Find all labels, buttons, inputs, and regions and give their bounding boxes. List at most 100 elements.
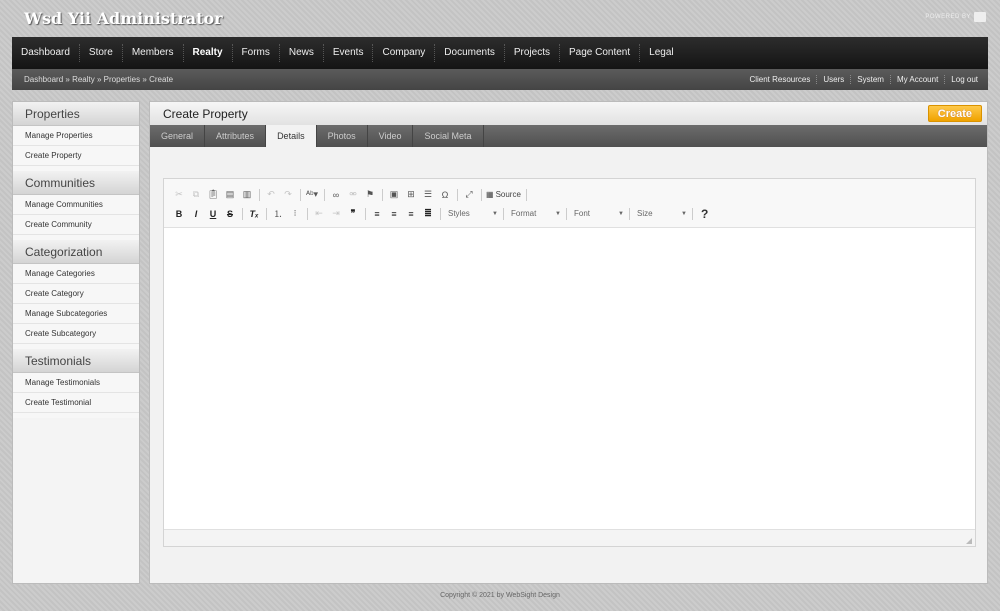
image-icon[interactable]: ▣ — [387, 187, 401, 203]
content-header: Create Property Create — [150, 102, 987, 125]
tab-general[interactable]: General — [150, 125, 206, 147]
toolbar-separator — [481, 188, 482, 201]
font-dropdown[interactable]: Font ▼ — [571, 206, 627, 221]
sidebar-item-create-community[interactable]: Create Community — [13, 215, 139, 235]
tab-video[interactable]: Video — [368, 125, 414, 147]
page-title: Create Property — [163, 106, 248, 121]
sidebar-item-create-property[interactable]: Create Property — [13, 146, 139, 166]
paste-icon[interactable]: 📋︎ — [206, 187, 220, 203]
strikethrough-icon[interactable]: S — [223, 206, 237, 222]
source-label: Source — [495, 190, 521, 199]
nav-item-legal[interactable]: Legal — [640, 44, 682, 62]
size-dropdown[interactable]: Size ▼ — [634, 206, 690, 221]
numbered-list-icon[interactable]: ⒈ — [271, 206, 285, 222]
undo-icon[interactable]: ↶ — [264, 187, 278, 203]
breadcrumb-item-dashboard[interactable]: Dashboard — [24, 75, 63, 84]
toolbar-separator — [365, 207, 366, 220]
breadcrumb-item-realty[interactable]: Realty — [72, 75, 95, 84]
nav-item-page-content[interactable]: Page Content — [560, 44, 641, 62]
tab-social-meta[interactable]: Social Meta — [413, 125, 484, 147]
align-center-icon[interactable]: ≡ — [387, 206, 401, 222]
nav-item-news[interactable]: News — [280, 44, 324, 62]
toolbar-separator — [503, 207, 504, 220]
indent-icon[interactable]: ⇥ — [329, 206, 343, 222]
align-left-icon[interactable]: ≡ — [370, 206, 384, 222]
editor-footer — [164, 529, 975, 546]
source-button[interactable]: ▦ Source — [486, 187, 521, 203]
nav-item-events[interactable]: Events — [324, 44, 374, 62]
rich-text-editor: ✂ ⧉ 📋︎ ▤ ▥ ↶ ↷ ᴬᵇ▾ ∞ ⚮ ⚑ ▣ ⊞ ☰ Ω ⤢ ▦ Sou… — [163, 178, 976, 547]
nav-item-forms[interactable]: Forms — [233, 44, 280, 62]
sidebar-item-manage-testimonials[interactable]: Manage Testimonials — [13, 373, 139, 393]
account-link-log-out[interactable]: Log out — [944, 75, 984, 84]
sidebar-group-communities: Communities — [13, 171, 139, 195]
create-button[interactable]: Create — [927, 105, 982, 122]
chevron-down-icon: ▼ — [492, 210, 498, 217]
powered-by-logo — [974, 12, 986, 22]
remove-format-icon[interactable]: Tₓ — [247, 206, 261, 222]
outdent-icon[interactable]: ⇤ — [312, 206, 326, 222]
bulleted-list-icon[interactable]: ⁝ — [288, 206, 302, 222]
anchor-flag-icon[interactable]: ⚑ — [363, 187, 377, 203]
format-dropdown[interactable]: Format ▼ — [508, 206, 564, 221]
chevron-down-icon: ▼ — [618, 210, 624, 217]
copy-icon[interactable]: ⧉ — [189, 187, 203, 203]
tab-photos[interactable]: Photos — [317, 125, 368, 147]
sidebar-item-manage-communities[interactable]: Manage Communities — [13, 195, 139, 215]
sidebar-item-manage-categories[interactable]: Manage Categories — [13, 264, 139, 284]
special-char-icon[interactable]: Ω — [438, 187, 452, 203]
paste-text-icon[interactable]: ▤ — [223, 187, 237, 203]
table-icon[interactable]: ⊞ — [404, 187, 418, 203]
toolbar-row-2: B I U S Tₓ ⒈ ⁝ ⇤ ⇥ ❞ ≡ ≡ ≡ ≣ Styles ▼ Fo… — [172, 204, 967, 223]
powered-by-label: POWERED BY — [925, 14, 971, 20]
bold-icon[interactable]: B — [172, 206, 186, 222]
sidebar-group-categorization: Categorization — [13, 240, 139, 264]
nav-item-members[interactable]: Members — [123, 44, 184, 62]
toolbar-separator — [692, 207, 693, 220]
align-right-icon[interactable]: ≡ — [404, 206, 418, 222]
toolbar-separator — [457, 188, 458, 201]
horizontal-rule-icon[interactable]: ☰ — [421, 187, 435, 203]
sidebar-group-properties: Properties — [13, 102, 139, 126]
editor-content-area[interactable] — [164, 228, 975, 529]
paste-word-icon[interactable]: ▥ — [240, 187, 254, 203]
styles-dropdown[interactable]: Styles ▼ — [445, 206, 501, 221]
nav-item-documents[interactable]: Documents — [435, 44, 505, 62]
resize-grip-icon[interactable] — [966, 538, 972, 544]
tab-attributes[interactable]: Attributes — [205, 125, 267, 147]
toolbar-separator — [324, 188, 325, 201]
sidebar-item-manage-properties[interactable]: Manage Properties — [13, 126, 139, 146]
spellcheck-icon[interactable]: ᴬᵇ▾ — [305, 187, 319, 203]
blockquote-icon[interactable]: ❞ — [346, 206, 360, 222]
maximize-icon[interactable]: ⤢ — [462, 187, 476, 203]
nav-item-company[interactable]: Company — [373, 44, 436, 62]
toolbar-separator — [307, 207, 308, 220]
link-icon[interactable]: ∞ — [329, 187, 343, 203]
nav-item-realty[interactable]: Realty — [184, 44, 233, 62]
nav-item-dashboard[interactable]: Dashboard — [12, 44, 80, 62]
account-menu: Client Resources Users System My Account Log… — [743, 75, 988, 84]
powered-by: POWERED BY — [925, 12, 986, 22]
align-justify-icon[interactable]: ≣ — [421, 206, 435, 222]
breadcrumb-item-properties[interactable]: Properties — [104, 75, 140, 84]
chevron-down-icon: ▼ — [681, 210, 687, 217]
sidebar-item-create-testimonial[interactable]: Create Testimonial — [13, 393, 139, 413]
italic-icon[interactable]: I — [189, 206, 203, 222]
breadcrumb-item-create[interactable]: Create — [149, 75, 173, 84]
sidebar-item-create-subcategory[interactable]: Create Subcategory — [13, 324, 139, 344]
cut-icon[interactable]: ✂ — [172, 187, 186, 203]
account-link-client-resources[interactable]: Client Resources — [743, 75, 816, 84]
account-link-system[interactable]: System — [850, 75, 890, 84]
account-link-users[interactable]: Users — [816, 75, 850, 84]
account-link-my-account[interactable]: My Account — [889, 75, 944, 84]
source-icon: ▦ — [486, 190, 494, 199]
tab-details[interactable]: Details — [266, 125, 317, 147]
sidebar-item-create-category[interactable]: Create Category — [13, 284, 139, 304]
underline-icon[interactable]: U — [206, 206, 220, 222]
nav-item-projects[interactable]: Projects — [505, 44, 560, 62]
sidebar-item-manage-subcategories[interactable]: Manage Subcategories — [13, 304, 139, 324]
redo-icon[interactable]: ↷ — [281, 187, 295, 203]
unlink-icon[interactable]: ⚮ — [346, 187, 360, 203]
help-icon[interactable]: ? — [701, 207, 708, 221]
nav-item-store[interactable]: Store — [80, 44, 123, 62]
